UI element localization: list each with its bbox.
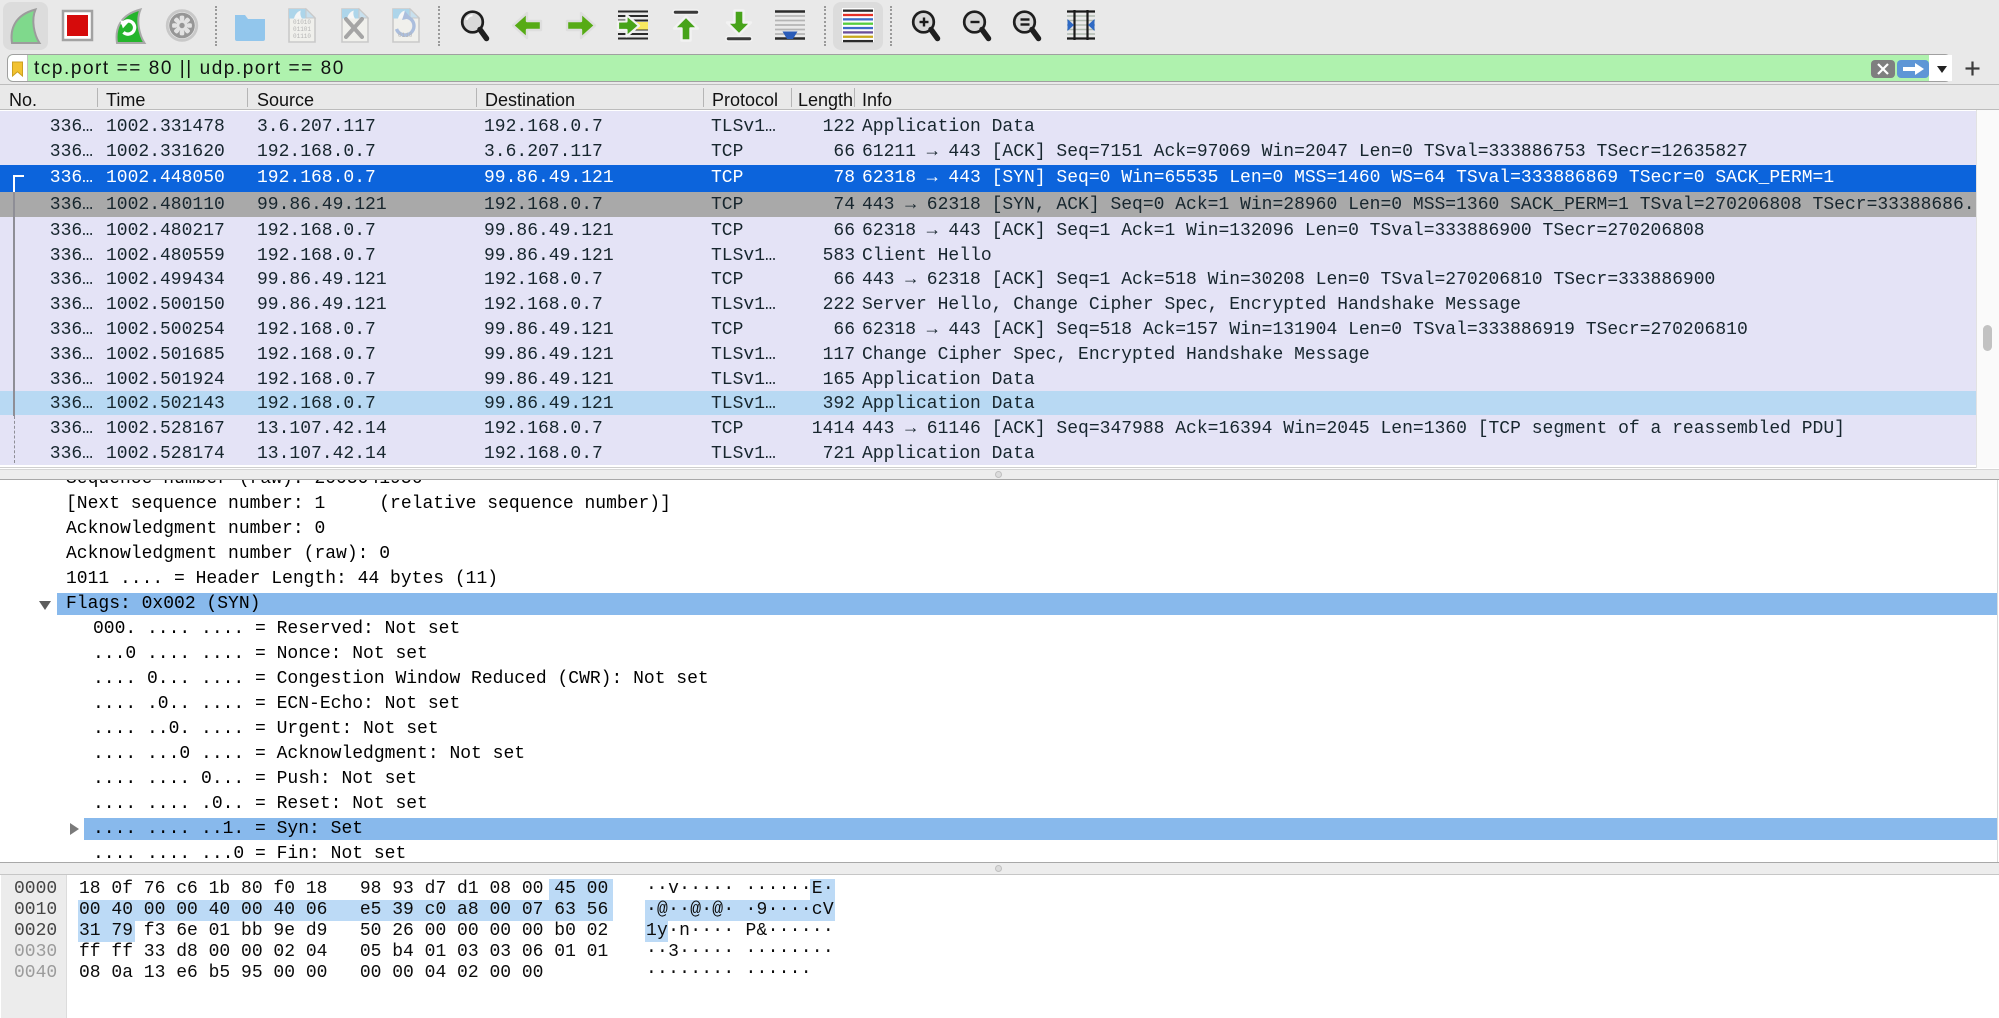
svg-text:01010: 01010 bbox=[293, 19, 311, 26]
svg-text:0110: 0110 bbox=[398, 32, 413, 39]
svg-text:01110: 01110 bbox=[293, 33, 311, 40]
svg-text:01101: 01101 bbox=[293, 26, 311, 33]
